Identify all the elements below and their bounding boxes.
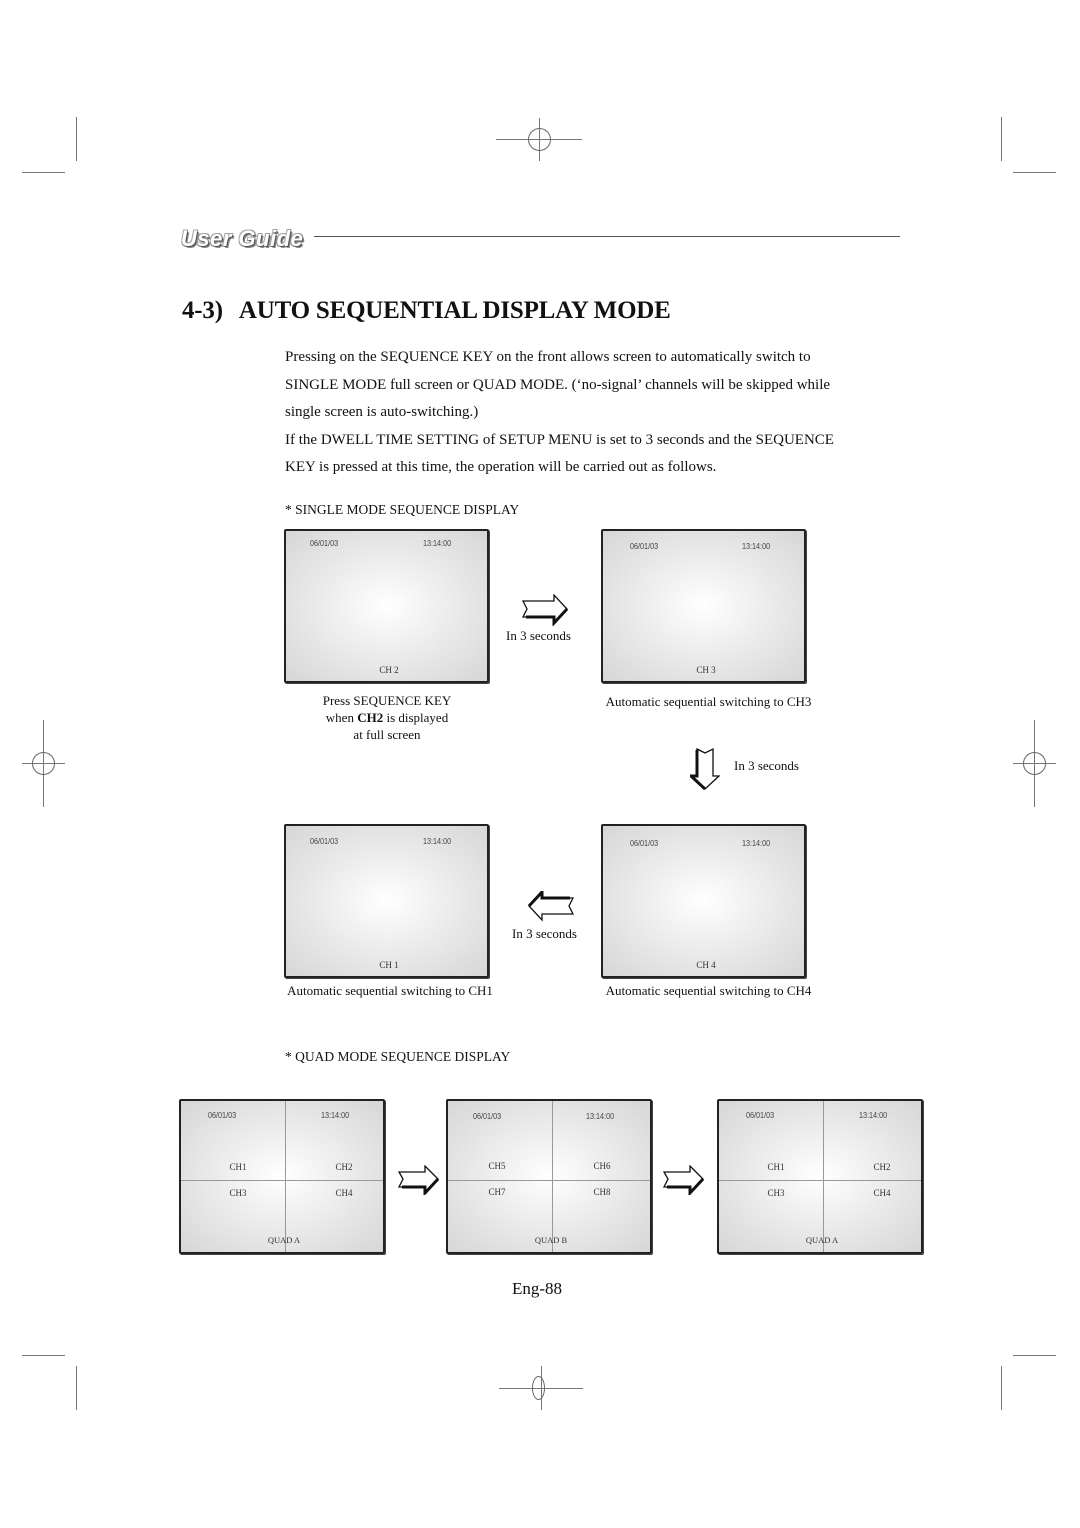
caption-line: when CH2 is displayed — [286, 709, 488, 726]
arrow-right-icon — [521, 594, 569, 626]
channel-label: CH8 — [593, 1187, 611, 1197]
registration-circle-icon — [1023, 752, 1046, 775]
arrow-down-icon — [690, 747, 720, 790]
channel-label: CH4 — [873, 1188, 891, 1198]
crop-mark — [1013, 1355, 1056, 1356]
osd-date: 06/01/03 — [473, 1111, 502, 1121]
crop-mark — [1001, 117, 1002, 161]
channel-label: CH3 — [229, 1188, 247, 1198]
quad-divider — [719, 1180, 921, 1181]
channel-label: CH1 — [229, 1162, 247, 1172]
crop-mark — [76, 1366, 77, 1410]
monitor-quad-a: 06/01/03 13:14:00 CH1 CH2 CH3 CH4 QUAD A — [717, 1099, 923, 1254]
quad-name: QUAD A — [805, 1235, 839, 1245]
caption-text: when — [325, 710, 358, 725]
caption-line: at full screen — [353, 727, 421, 742]
user-guide-logo: User Guide — [181, 226, 304, 251]
arrow-right-icon — [397, 1165, 440, 1195]
intro-line: KEY is pressed at this time, the operati… — [285, 459, 717, 475]
transition-label: In 3 seconds — [506, 628, 571, 643]
osd-date: 06/01/03 — [310, 538, 339, 548]
caption-text: is displayed — [383, 710, 449, 725]
quad-divider — [823, 1101, 824, 1252]
intro-paragraph: Pressing on the SEQUENCE KEY on the fron… — [285, 344, 905, 482]
section-number: 4-3) — [182, 297, 223, 324]
channel-label: CH 1 — [379, 960, 399, 970]
osd-date: 06/01/03 — [208, 1110, 237, 1120]
section-title: AUTO SEQUENTIAL DISPLAY MODE — [238, 297, 671, 324]
quad-divider — [181, 1180, 383, 1181]
quad-divider — [448, 1180, 650, 1181]
arrow-left-icon — [527, 891, 575, 922]
caption-bold: CH2 — [357, 710, 384, 725]
registration-circle-icon — [532, 1376, 545, 1400]
transition-label: In 3 seconds — [734, 758, 799, 773]
caption-ch4: Automatic sequential switching to CH4 — [605, 983, 812, 998]
channel-label: CH 2 — [379, 665, 399, 675]
osd-date: 06/01/03 — [630, 838, 659, 848]
monitor-ch4: 06/01/03 13:14:00 CH 4 — [601, 824, 806, 978]
osd-time: 13:14:00 — [859, 1110, 888, 1120]
registration-circle-icon — [528, 128, 551, 151]
osd-time: 13:14:00 — [423, 836, 452, 846]
quad-divider — [552, 1101, 553, 1252]
monitor-quad-b: 06/01/03 13:14:00 CH5 CH6 CH7 CH8 QUAD B — [446, 1099, 652, 1254]
monitor-quad-a: 06/01/03 13:14:00 CH1 CH2 CH3 CH4 QUAD A — [179, 1099, 385, 1254]
page-title: 4-3) AUTO SEQUENTIAL DISPLAY MODE — [182, 297, 671, 325]
caption-line: Press SEQUENCE KEY — [322, 693, 452, 708]
crop-mark — [76, 117, 77, 161]
osd-date: 06/01/03 — [630, 541, 659, 551]
crop-mark — [22, 1355, 65, 1356]
crop-mark — [1013, 172, 1056, 173]
osd-date: 06/01/03 — [746, 1110, 775, 1120]
quad-name: QUAD A — [267, 1235, 301, 1245]
channel-label: CH 3 — [696, 665, 716, 675]
osd-time: 13:14:00 — [423, 538, 452, 548]
monitor-ch2: 06/01/03 13:14:00 CH 2 — [284, 529, 489, 683]
quad-mode-label: * QUAD MODE SEQUENCE DISPLAY — [285, 1049, 511, 1064]
channel-label: CH2 — [873, 1162, 891, 1172]
header-rule — [314, 236, 900, 237]
osd-time: 13:14:00 — [586, 1111, 615, 1121]
caption-ch1: Automatic sequential switching to CH1 — [287, 983, 493, 998]
crop-mark — [22, 172, 65, 173]
osd-time: 13:14:00 — [742, 838, 771, 848]
caption-ch2: Press SEQUENCE KEY when CH2 is displayed… — [286, 692, 488, 743]
single-mode-label: * SINGLE MODE SEQUENCE DISPLAY — [285, 502, 520, 517]
transition-label: In 3 seconds — [512, 926, 577, 941]
page-number: Eng-88 — [512, 1279, 563, 1298]
quad-divider — [285, 1101, 286, 1252]
osd-date: 06/01/03 — [310, 836, 339, 846]
channel-label: CH5 — [488, 1161, 506, 1171]
intro-line: If the DWELL TIME SETTING of SETUP MENU … — [285, 431, 834, 448]
registration-circle-icon — [32, 752, 55, 775]
channel-label: CH7 — [488, 1187, 506, 1197]
intro-line: SINGLE MODE full screen or QUAD MODE. (‘… — [285, 376, 831, 393]
intro-line: single screen is auto-switching.) — [285, 404, 479, 420]
caption-ch3: Automatic sequential switching to CH3 — [605, 694, 812, 709]
channel-label: CH2 — [335, 1162, 353, 1172]
intro-line: Pressing on the SEQUENCE KEY on the fron… — [285, 349, 811, 365]
channel-label: CH6 — [593, 1161, 611, 1171]
channel-label: CH3 — [767, 1188, 785, 1198]
crop-mark — [1001, 1366, 1002, 1410]
channel-label: CH1 — [767, 1162, 785, 1172]
osd-time: 13:14:00 — [742, 541, 771, 551]
osd-time: 13:14:00 — [321, 1110, 350, 1120]
arrow-right-icon — [662, 1165, 705, 1195]
monitor-ch1: 06/01/03 13:14:00 CH 1 — [284, 824, 489, 978]
channel-label: CH4 — [335, 1188, 353, 1198]
channel-label: CH 4 — [696, 960, 716, 970]
quad-name: QUAD B — [534, 1235, 568, 1245]
monitor-ch3: 06/01/03 13:14:00 CH 3 — [601, 529, 806, 683]
